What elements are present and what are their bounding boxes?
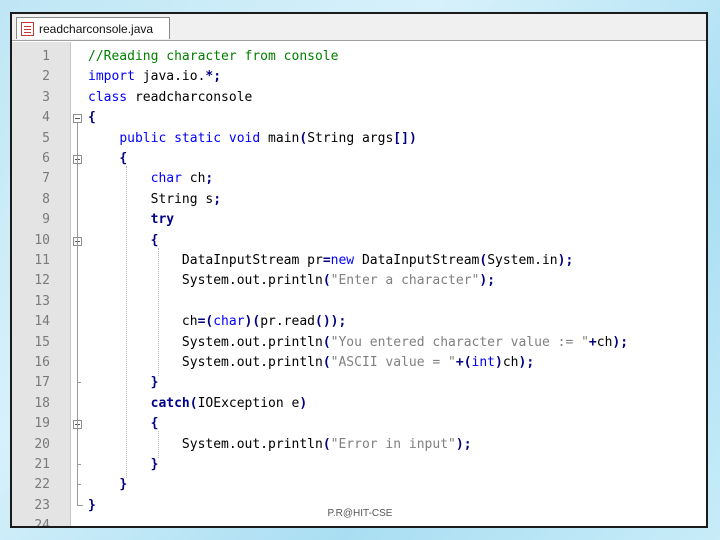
code-line[interactable]: DataInputStream pr=new DataInputStream(S… xyxy=(88,253,573,268)
code-line[interactable]: catch(IOException e) xyxy=(88,396,308,411)
line-number: 19 xyxy=(34,416,50,432)
fold-end-marker xyxy=(77,484,81,486)
line-number: 6 xyxy=(42,151,50,166)
line-number: 7 xyxy=(42,171,50,187)
line-number: 3 xyxy=(42,89,50,105)
line-number: 12 xyxy=(34,273,50,289)
code-line[interactable]: char ch; xyxy=(88,171,214,186)
line-number: 10 xyxy=(34,232,50,248)
line-number: 4 xyxy=(42,110,50,126)
slide-footer: P.R@HIT-CSE xyxy=(327,508,393,519)
line-number: 21 xyxy=(34,457,50,472)
line-number: 1 xyxy=(42,49,50,64)
line-number: 15 xyxy=(34,334,50,350)
editor-window: readcharconsole.java 1 //Reading characte… xyxy=(10,12,708,528)
code-line[interactable]: public static void main(String args[]) xyxy=(88,131,416,146)
fold-end-marker xyxy=(77,382,81,384)
code-line[interactable]: String s; xyxy=(88,192,221,207)
line-number: 18 xyxy=(34,395,50,411)
file-icon xyxy=(21,21,34,36)
line-number: 9 xyxy=(42,212,50,228)
tab-bar: readcharconsole.java xyxy=(12,14,706,41)
fold-toggle-icon[interactable] xyxy=(73,114,82,124)
code-line[interactable]: System.out.println("Enter a character"); xyxy=(88,273,495,288)
line-number: 24 xyxy=(34,518,50,528)
code-line[interactable]: } xyxy=(88,375,159,390)
line-number: 5 xyxy=(42,130,50,146)
code-line[interactable]: { xyxy=(88,233,159,248)
line-number: 16 xyxy=(34,355,50,370)
fold-end-marker xyxy=(77,464,81,465)
line-number: 8 xyxy=(42,191,50,207)
line-number: 14 xyxy=(34,314,50,330)
line-number: 2 xyxy=(42,69,50,85)
code-line[interactable]: try xyxy=(88,212,174,227)
tab-label: readcharconsole.java xyxy=(39,21,154,36)
line-number: 13 xyxy=(34,293,50,309)
fold-end-marker xyxy=(77,504,83,506)
code-line[interactable]: ch=(char)(pr.read()); xyxy=(88,314,346,329)
code-line[interactable]: import java.io.*; xyxy=(88,69,221,84)
code-line[interactable]: //Reading character from console xyxy=(88,49,338,64)
tab-readcharconsole[interactable]: readcharconsole.java xyxy=(16,17,170,39)
code-editor[interactable]: 1 //Reading character from console 2 import… xyxy=(12,42,706,526)
code-line[interactable]: System.out.println("You entered characte… xyxy=(88,335,628,350)
line-number: 11 xyxy=(34,253,50,268)
line-number: 17 xyxy=(34,375,50,391)
code-line[interactable]: } xyxy=(88,477,127,492)
line-number: 22 xyxy=(34,477,50,493)
fold-guide-line xyxy=(77,123,78,505)
code-line[interactable]: System.out.println("Error in input"); xyxy=(88,437,472,452)
line-number: 20 xyxy=(34,436,50,452)
code-line[interactable]: { xyxy=(88,110,96,125)
code-line[interactable]: { xyxy=(88,151,127,166)
code-line[interactable]: class readcharconsole xyxy=(88,90,252,105)
code-line[interactable]: System.out.println("ASCII value = "+(int… xyxy=(88,355,534,370)
code-line[interactable]: { xyxy=(88,416,159,431)
code-line[interactable]: } xyxy=(88,457,159,472)
